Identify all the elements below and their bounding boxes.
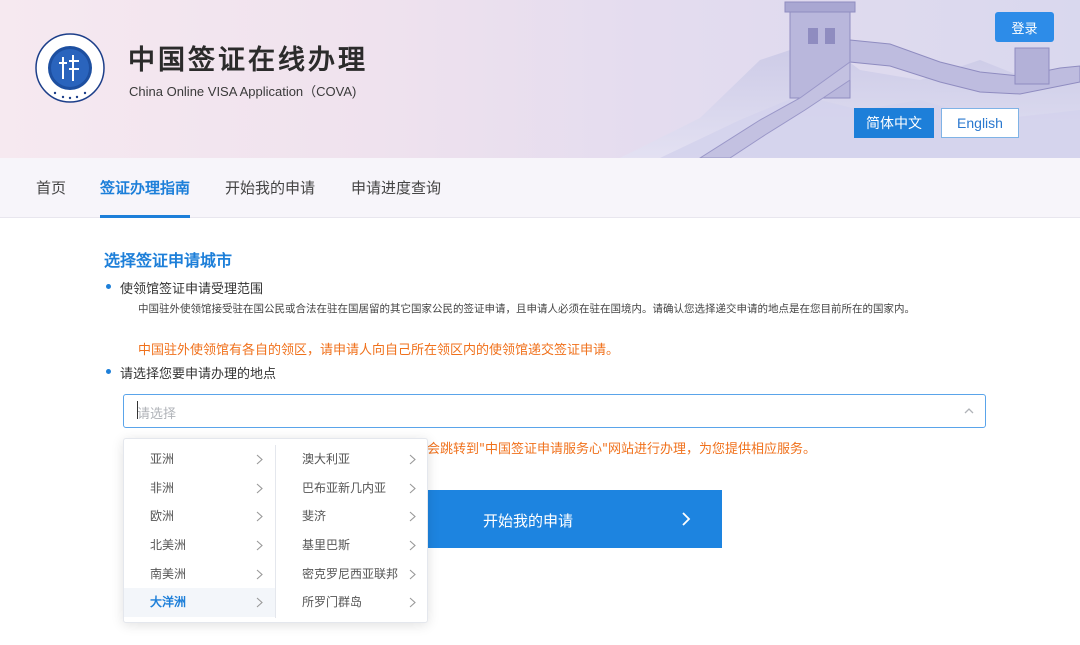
section-title: 选择签证申请城市: [104, 251, 233, 270]
login-button[interactable]: 登录: [995, 12, 1054, 42]
option-label: 澳大利亚: [302, 452, 351, 466]
consular-district-warning: 中国驻外使领馆有各自的领区，请申请人向自己所在领区内的使领馆递交签证申请。: [138, 343, 620, 358]
cascader-option-country[interactable]: 密克罗尼西亚联邦: [276, 560, 428, 589]
cascader-option-country[interactable]: 所罗门群岛: [276, 588, 428, 617]
site-title: 中国签证在线办理: [128, 45, 368, 76]
option-label: 巴布亚新几内亚: [302, 480, 387, 495]
main-nav: 首页 签证办理指南 开始我的申请 申请进度查询: [0, 158, 1080, 218]
option-label: 密克罗尼西亚联邦: [302, 566, 399, 581]
cascader-option-country[interactable]: 巴布亚新几内亚: [276, 474, 428, 503]
chevron-right-icon: [256, 454, 263, 465]
option-label: 南美洲: [150, 566, 187, 581]
chevron-right-icon: [682, 512, 691, 526]
option-label: 非洲: [150, 480, 175, 495]
consular-affairs-logo: [35, 33, 105, 103]
acceptance-description: 中国驻外使领馆接受驻在国公民或合法在驻在国居留的其它国家公民的签证申请，且申请人…: [138, 303, 915, 315]
cascader-option-country[interactable]: 斐济: [276, 502, 428, 531]
cascader-option-country[interactable]: 基里巴斯: [276, 531, 428, 560]
option-label: 大洋洲: [150, 595, 187, 610]
chevron-right-icon: [409, 483, 416, 494]
language-english-button[interactable]: English: [941, 108, 1019, 138]
location-cascader-dropdown: 亚洲 非洲 欧洲 北美洲 南美洲 大洋洲 澳大利亚 巴布亚新几内亚 斐济 基里巴…: [123, 438, 428, 623]
option-label: 斐济: [302, 509, 327, 524]
nav-item-progress-query[interactable]: 申请进度查询: [351, 158, 441, 218]
header-banner: 中国签证在线办理 China Online VISA Application（C…: [0, 0, 1080, 158]
cascader-option-continent[interactable]: 亚洲: [124, 445, 275, 474]
chevron-right-icon: [256, 598, 263, 608]
language-simplified-chinese-button[interactable]: 简体中文: [854, 108, 934, 138]
chevron-right-icon: [409, 569, 416, 580]
chevron-right-icon: [256, 483, 263, 494]
cascader-option-continent[interactable]: 南美洲: [124, 560, 275, 589]
chevron-right-icon: [409, 540, 416, 551]
cascader-option-continent[interactable]: 非洲: [124, 474, 275, 503]
text-cursor: [137, 401, 138, 419]
chevron-right-icon: [256, 511, 263, 522]
chevron-right-icon: [409, 511, 416, 522]
option-label: 所罗门群岛: [302, 595, 363, 610]
chevron-right-icon: [256, 540, 263, 551]
option-label: 亚洲: [150, 452, 175, 466]
chevron-right-icon: [409, 454, 416, 465]
option-label: 欧洲: [150, 509, 175, 524]
option-label: 北美洲: [150, 538, 187, 553]
cascader-option-country[interactable]: 澳大利亚: [276, 445, 428, 474]
start-application-label: 开始我的申请: [483, 512, 574, 530]
start-application-button[interactable]: 开始我的申请: [427, 490, 722, 548]
option-label: 基里巴斯: [302, 538, 351, 553]
location-select[interactable]: 请选择: [123, 394, 986, 428]
bullet-select-location: 请选择您要申请办理的地点: [105, 363, 276, 382]
chevron-right-icon: [256, 569, 263, 580]
nav-item-start-application[interactable]: 开始我的申请: [225, 158, 315, 218]
continent-column: 亚洲 非洲 欧洲 北美洲 南美洲 大洋洲: [124, 445, 276, 618]
location-select-placeholder: 请选择: [137, 407, 177, 422]
cascader-option-continent[interactable]: 北美洲: [124, 531, 275, 560]
country-column: 澳大利亚 巴布亚新几内亚 斐济 基里巴斯 密克罗尼西亚联邦 所罗门群岛: [276, 445, 428, 617]
nav-item-visa-guide[interactable]: 签证办理指南: [100, 158, 191, 218]
chevron-up-icon: [964, 408, 974, 414]
cascader-option-continent[interactable]: 欧洲: [124, 502, 275, 531]
redirect-note: 会跳转到"中国签证申请服务心"网站进行办理，为您提供相应服务。: [427, 442, 816, 457]
bullet-acceptance-scope: 使领馆签证申请受理范围: [105, 278, 263, 297]
chevron-right-icon: [409, 598, 416, 608]
site-subtitle: China Online VISA Application（COVA): [129, 84, 357, 99]
nav-item-home[interactable]: 首页: [36, 158, 66, 218]
cascader-option-continent-selected[interactable]: 大洋洲: [124, 588, 275, 618]
